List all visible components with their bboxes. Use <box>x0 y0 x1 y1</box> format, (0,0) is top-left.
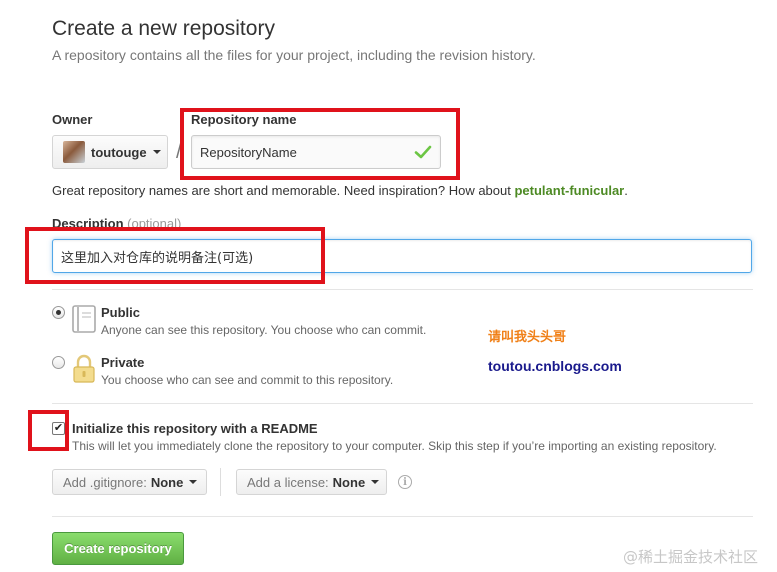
readme-checkbox[interactable]: ✔ <box>52 422 65 435</box>
repository-name-input[interactable] <box>191 135 441 169</box>
readme-desc: This will let you immediately clone the … <box>72 439 717 453</box>
owner-repo-separator: / <box>176 141 182 163</box>
vertical-divider <box>220 468 221 496</box>
name-hint-text: Great repository names are short and mem… <box>52 183 515 198</box>
chevron-down-icon <box>371 480 380 484</box>
public-option-desc: Anyone can see this repository. You choo… <box>101 323 427 337</box>
chevron-down-icon <box>189 480 198 484</box>
name-suggestion-link[interactable]: petulant-funicular <box>514 183 624 198</box>
page-subtitle: A repository contains all the files for … <box>52 47 536 63</box>
owner-label: Owner <box>52 112 93 127</box>
name-hint-suffix: . <box>624 183 628 198</box>
watermark-blog-url: toutou.cnblogs.com <box>488 358 622 374</box>
divider <box>52 289 753 290</box>
radio-selected-dot <box>56 310 61 315</box>
public-radio[interactable] <box>52 306 65 319</box>
divider <box>52 403 753 404</box>
chevron-down-icon <box>152 150 161 154</box>
book-icon <box>72 305 96 333</box>
info-icon[interactable]: i <box>398 475 412 489</box>
readme-title: Initialize this repository with a README <box>72 421 318 436</box>
public-option-title: Public <box>101 305 141 320</box>
private-option-desc: You choose who can see and commit to thi… <box>101 373 394 387</box>
private-option-title: Private <box>101 355 145 370</box>
page-title: Create a new repository <box>52 17 275 40</box>
license-label: Add a license: <box>247 474 329 490</box>
divider <box>52 516 753 517</box>
create-repository-button[interactable]: Create repository <box>52 532 184 565</box>
repository-name-label: Repository name <box>191 112 297 127</box>
description-optional-text: (optional) <box>127 216 182 231</box>
description-label-text: Description <box>52 216 124 231</box>
gitignore-dropdown[interactable]: Add .gitignore: None <box>52 469 207 495</box>
watermark-author: 请叫我头头哥 <box>488 330 567 345</box>
check-icon <box>414 145 432 159</box>
lock-icon <box>73 354 95 383</box>
description-input[interactable] <box>52 239 752 273</box>
private-radio[interactable] <box>52 356 65 369</box>
license-value: None <box>332 474 366 490</box>
license-dropdown[interactable]: Add a license: None <box>236 469 387 495</box>
name-hint: Great repository names are short and mem… <box>52 183 628 198</box>
description-label: Description (optional) <box>52 216 181 231</box>
avatar <box>63 141 85 163</box>
watermark-site: @稀土掘金技术社区 <box>623 548 759 566</box>
gitignore-label: Add .gitignore: <box>63 474 147 490</box>
owner-name: toutouge <box>91 144 147 160</box>
gitignore-value: None <box>150 474 184 490</box>
checkmark-icon: ✔ <box>53 422 64 434</box>
owner-dropdown[interactable]: toutouge <box>52 135 168 169</box>
